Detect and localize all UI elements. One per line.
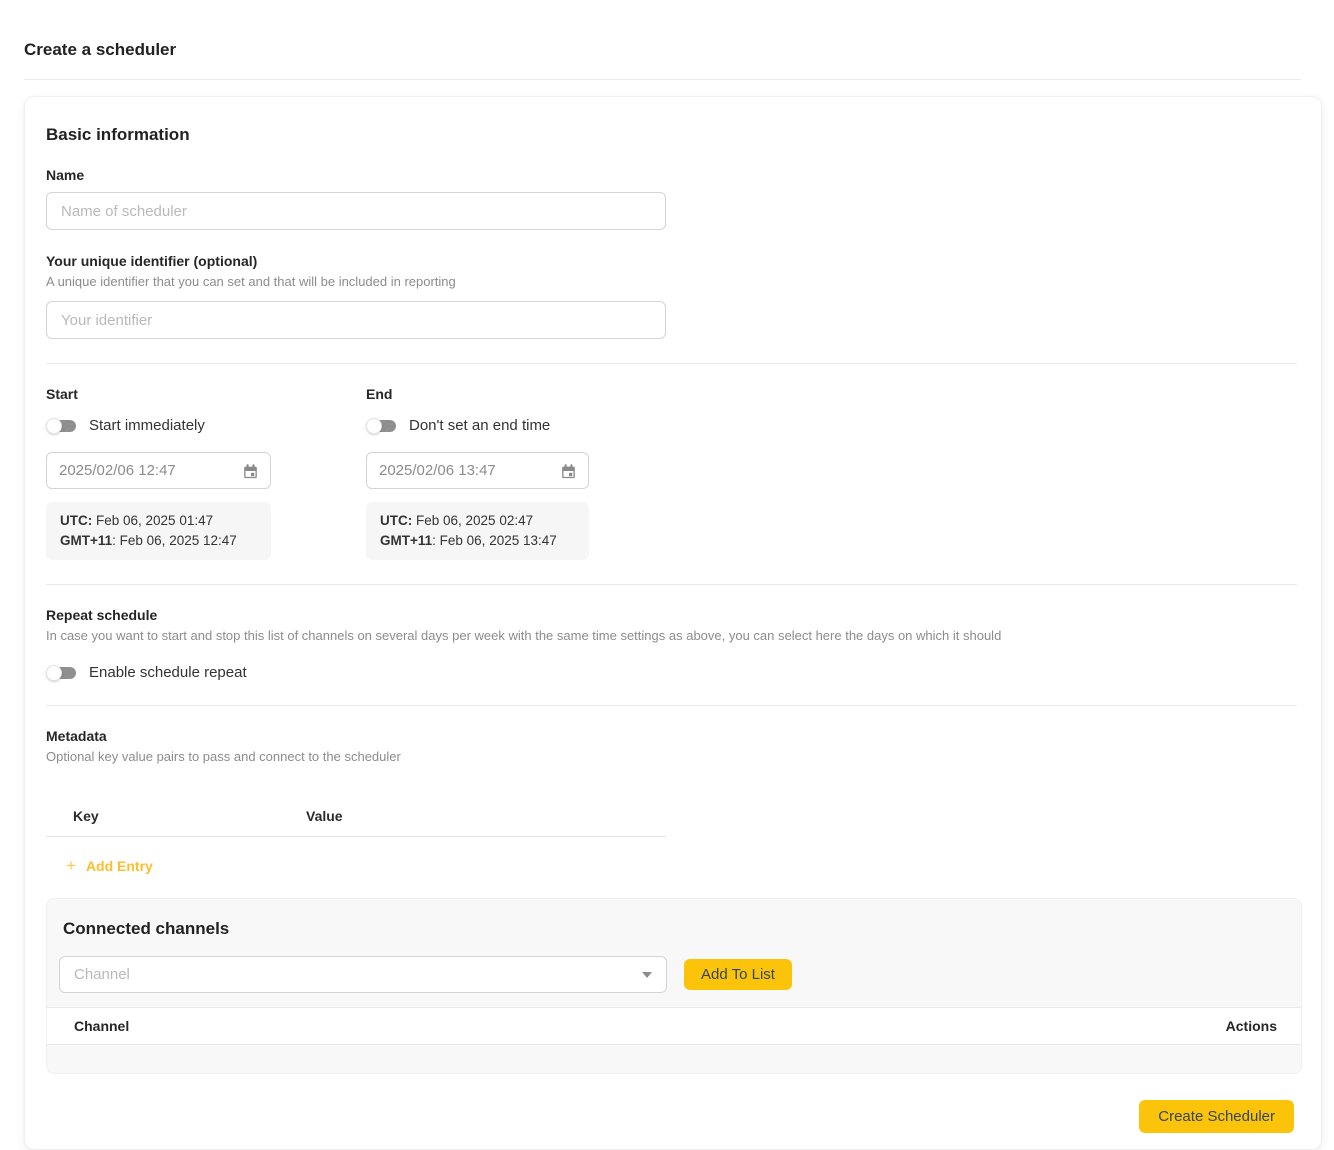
end-datetime-value: 2025/02/06 13:47 — [379, 462, 496, 479]
start-datetime-input[interactable]: 2025/02/06 12:47 — [46, 452, 271, 489]
title-divider — [24, 79, 1301, 80]
section-divider — [46, 363, 1297, 364]
connected-channels-section: Connected channels Channel Add To List C… — [46, 898, 1302, 1074]
identifier-label: Your unique identifier (optional) — [46, 253, 1297, 269]
metadata-label: Metadata — [46, 728, 1297, 744]
channel-select[interactable]: Channel — [59, 956, 667, 993]
metadata-header-divider — [46, 836, 666, 837]
start-timezone-info: UTC: Feb 06, 2025 01:47 GMT+11: Feb 06, … — [46, 502, 271, 560]
page-title: Create a scheduler — [24, 40, 1310, 60]
start-utc-line: UTC: Feb 06, 2025 01:47 — [60, 511, 257, 531]
start-label: Start — [46, 386, 366, 402]
end-column: End Don't set an end time 2025/02/06 13:… — [366, 386, 686, 560]
start-datetime-value: 2025/02/06 12:47 — [59, 462, 176, 479]
channels-empty-area — [47, 1045, 1301, 1073]
plus-icon: + — [66, 857, 76, 874]
actions-column-header: Actions — [1226, 1018, 1277, 1034]
repeat-schedule-label: Repeat schedule — [46, 607, 1297, 623]
name-input[interactable] — [46, 192, 666, 230]
metadata-hint: Optional key value pairs to pass and con… — [46, 749, 1297, 764]
add-entry-label: Add Entry — [86, 858, 153, 874]
calendar-icon[interactable] — [559, 461, 578, 486]
start-column: Start Start immediately 2025/02/06 12:47 — [46, 386, 366, 560]
name-label: Name — [46, 167, 1297, 183]
no-end-time-toggle[interactable] — [366, 418, 396, 434]
no-end-time-label: Don't set an end time — [409, 417, 550, 434]
end-label: End — [366, 386, 686, 402]
chevron-down-icon — [642, 972, 652, 978]
basic-information-heading: Basic information — [46, 125, 1297, 145]
start-immediately-label: Start immediately — [89, 417, 205, 434]
scheduler-create-page: Create a scheduler Basic information Nam… — [0, 0, 1334, 1150]
channel-column-header: Channel — [74, 1018, 129, 1034]
create-scheduler-button[interactable]: Create Scheduler — [1139, 1100, 1294, 1133]
identifier-input[interactable] — [46, 301, 666, 339]
card-footer: Create Scheduler — [46, 1100, 1297, 1133]
metadata-key-column-header: Key — [73, 808, 306, 824]
identifier-hint: A unique identifier that you can set and… — [46, 274, 1297, 289]
schedule-row: Start Start immediately 2025/02/06 12:47 — [46, 386, 1297, 560]
channels-table-header: Channel Actions — [47, 1007, 1301, 1045]
calendar-icon[interactable] — [241, 461, 260, 486]
end-timezone-info: UTC: Feb 06, 2025 02:47 GMT+11: Feb 06, … — [366, 502, 589, 560]
end-gmt-line: GMT+11: Feb 06, 2025 13:47 — [380, 531, 575, 551]
toggle-knob — [46, 665, 62, 681]
repeat-schedule-hint: In case you want to start and stop this … — [46, 628, 1297, 643]
add-to-list-button[interactable]: Add To List — [684, 959, 792, 990]
section-divider — [46, 705, 1297, 706]
start-gmt-line: GMT+11: Feb 06, 2025 12:47 — [60, 531, 257, 551]
connected-channels-heading: Connected channels — [47, 919, 1301, 939]
enable-repeat-toggle[interactable] — [46, 665, 76, 681]
start-immediately-toggle[interactable] — [46, 418, 76, 434]
scheduler-form-card: Basic information Name Your unique ident… — [24, 96, 1322, 1150]
add-entry-button[interactable]: + Add Entry — [66, 857, 153, 874]
end-datetime-input[interactable]: 2025/02/06 13:47 — [366, 452, 589, 489]
channel-select-placeholder: Channel — [74, 966, 130, 983]
toggle-knob — [46, 418, 62, 434]
metadata-table-header: Key Value — [46, 808, 666, 824]
channel-controls: Channel Add To List — [47, 956, 1301, 993]
section-divider — [46, 584, 1297, 585]
toggle-knob — [366, 418, 382, 434]
end-utc-line: UTC: Feb 06, 2025 02:47 — [380, 511, 575, 531]
metadata-value-column-header: Value — [306, 808, 343, 824]
enable-repeat-label: Enable schedule repeat — [89, 664, 247, 681]
